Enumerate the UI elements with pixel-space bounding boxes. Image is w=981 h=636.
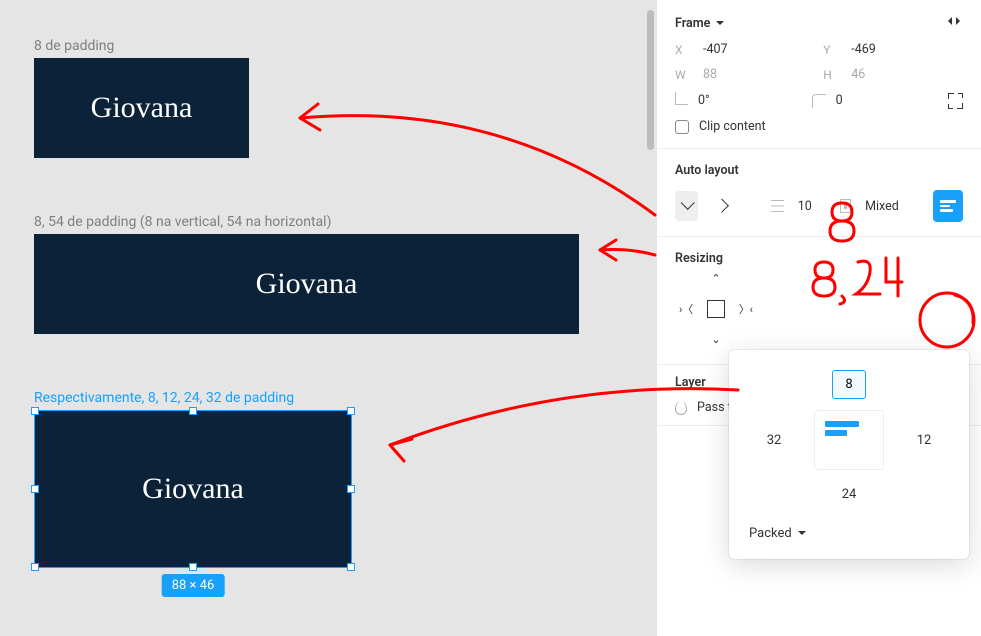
resize-handle[interactable] bbox=[31, 563, 39, 571]
resize-handle[interactable] bbox=[347, 407, 355, 415]
example-box-2[interactable]: Giovana bbox=[34, 234, 579, 334]
box-text: Giovana bbox=[91, 91, 193, 125]
resize-handle[interactable] bbox=[347, 563, 355, 571]
w-field[interactable]: W 88 bbox=[675, 67, 813, 82]
spacing-mode-dropdown[interactable]: Packed bbox=[745, 526, 953, 541]
box-text: Giovana bbox=[142, 472, 244, 506]
independent-corners-icon[interactable] bbox=[948, 93, 963, 109]
resize-handle[interactable] bbox=[31, 485, 39, 493]
padding-icon bbox=[840, 199, 851, 213]
layer-title: Layer bbox=[675, 375, 706, 390]
frame-label-3: Respectivamente, 8, 12, 24, 32 de paddin… bbox=[34, 390, 294, 406]
x-field[interactable]: X -407 bbox=[675, 42, 813, 57]
blend-mode-icon bbox=[675, 401, 687, 415]
resizing-section: Resizing ⌃ ⌄ ›〈 〉‹ bbox=[657, 237, 981, 365]
frame-title[interactable]: Frame bbox=[675, 16, 724, 31]
padding-top-field[interactable]: 8 bbox=[832, 370, 865, 399]
resizing-title: Resizing bbox=[675, 251, 723, 266]
rotation-field[interactable]: 0° bbox=[675, 92, 802, 109]
alignment-button[interactable] bbox=[933, 190, 963, 222]
selected-frame[interactable]: Giovana 88 × 46 bbox=[34, 410, 352, 568]
scrollbar-thumb[interactable] bbox=[647, 10, 654, 150]
selection-dimensions: 88 × 46 bbox=[162, 574, 225, 597]
frame-label-1: 8 de padding bbox=[34, 38, 114, 54]
canvas-area[interactable]: 8 de padding Giovana 8, 54 de padding (8… bbox=[0, 0, 656, 636]
gap-field[interactable]: 10 bbox=[798, 199, 812, 214]
alignment-grid[interactable] bbox=[814, 410, 884, 470]
angle-icon bbox=[675, 92, 688, 109]
gap-icon bbox=[771, 200, 783, 212]
resize-handle[interactable] bbox=[347, 485, 355, 493]
auto-layout-section: Auto layout 10 Mixed bbox=[657, 149, 981, 237]
collapse-icon[interactable] bbox=[945, 14, 963, 32]
direction-vertical-button[interactable] bbox=[675, 191, 698, 221]
padding-popover: 8 32 12 24 Packed bbox=[729, 350, 969, 559]
padding-field[interactable]: Mixed bbox=[865, 199, 899, 214]
resize-handle[interactable] bbox=[31, 407, 39, 415]
auto-layout-title: Auto layout bbox=[675, 163, 739, 178]
frame-section: Frame X -407 Y -469 W 88 H 46 bbox=[657, 0, 981, 149]
clip-content-checkbox[interactable] bbox=[675, 120, 689, 134]
example-box-3[interactable]: Giovana bbox=[35, 411, 351, 567]
resize-handle[interactable] bbox=[189, 407, 197, 415]
resize-handle[interactable] bbox=[189, 563, 197, 571]
h-field[interactable]: H 46 bbox=[823, 67, 961, 82]
resizing-widget[interactable]: ⌃ ⌄ ›〈 〉‹ bbox=[675, 272, 757, 346]
corner-radius-icon bbox=[812, 94, 826, 108]
direction-horizontal-button[interactable] bbox=[712, 191, 735, 221]
padding-bottom-field[interactable]: 24 bbox=[830, 481, 869, 508]
clip-content-label: Clip content bbox=[699, 119, 766, 134]
chevron-down-icon bbox=[716, 16, 724, 31]
y-field[interactable]: Y -469 bbox=[823, 42, 961, 57]
corner-radius-field[interactable]: 0 bbox=[812, 93, 939, 108]
inspector-panel: Frame X -407 Y -469 W 88 H 46 bbox=[656, 0, 981, 636]
padding-left-field[interactable]: 32 bbox=[755, 427, 794, 454]
frame-label-2: 8, 54 de padding (8 na vertical, 54 na h… bbox=[34, 214, 331, 230]
padding-right-field[interactable]: 12 bbox=[905, 427, 944, 454]
example-box-1[interactable]: Giovana bbox=[34, 58, 249, 158]
chevron-down-icon bbox=[798, 526, 806, 541]
box-text: Giovana bbox=[256, 267, 358, 301]
